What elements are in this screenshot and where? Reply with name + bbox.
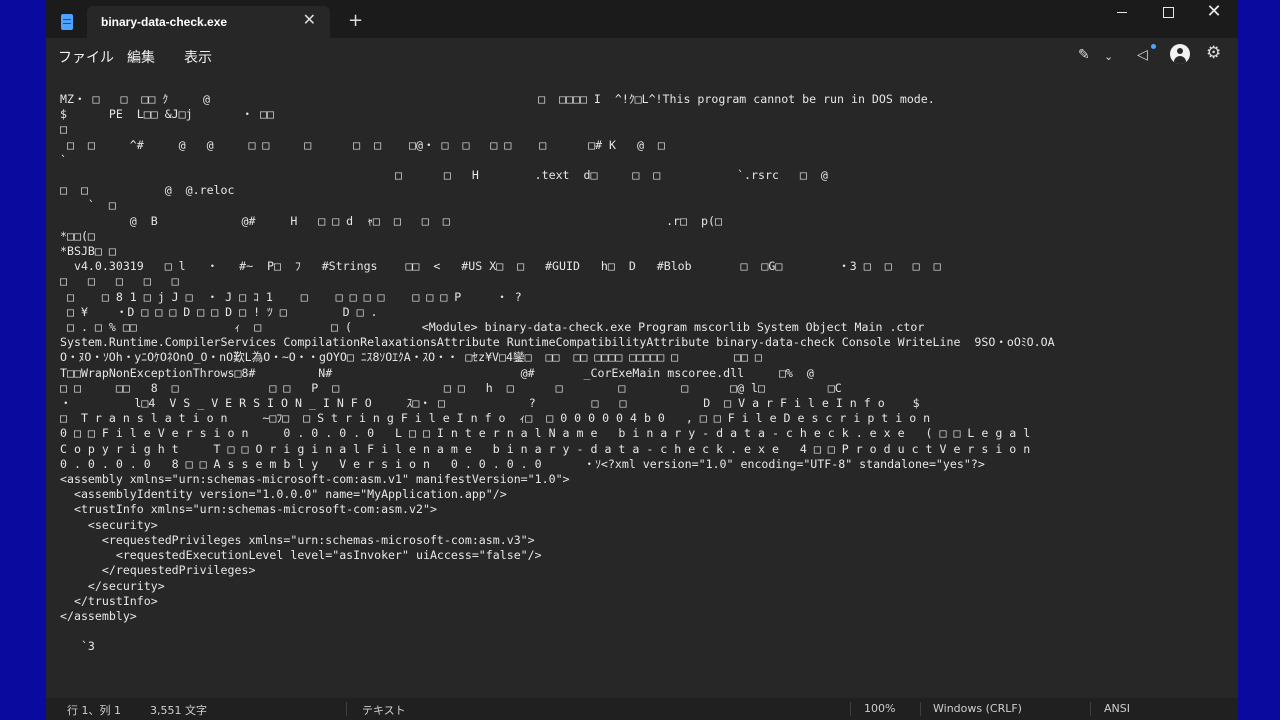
menu-bar: ファイル 編集 表示 ✎ ⌄ ◁ ⚙ (46, 38, 1238, 72)
tab-binary-data-check[interactable]: binary-data-check.exe ✕ (87, 6, 330, 38)
status-separator (920, 702, 921, 716)
notepad-window: binary-data-check.exe ✕ + ✕ ファイル 編集 表示 ✎… (46, 0, 1238, 720)
tab-close-icon[interactable]: ✕ (303, 12, 316, 28)
minimize-icon (1117, 11, 1127, 13)
minimize-button[interactable] (1099, 0, 1145, 26)
editor-content[interactable]: MZ・ □ □ □□ ｸ @ □ □□□□ I ^!ｸ□L^!This prog… (60, 92, 1055, 655)
status-bar: 行 1、列 1 3,551 文字 テキスト 100% Windows (CRLF… (46, 698, 1238, 720)
maximize-button[interactable] (1145, 0, 1191, 26)
menu-edit[interactable]: 編集 (127, 47, 155, 67)
cursor-position[interactable]: 行 1、列 1 (67, 702, 121, 718)
menu-file[interactable]: ファイル (58, 47, 114, 67)
megaphone-icon[interactable]: ◁ (1137, 47, 1148, 63)
status-separator (346, 702, 347, 716)
close-window-button[interactable]: ✕ (1191, 0, 1237, 26)
zoom-level[interactable]: 100% (864, 702, 895, 715)
status-separator (1090, 702, 1091, 716)
text-format[interactable]: テキスト (362, 702, 406, 718)
gear-icon[interactable]: ⚙ (1206, 45, 1221, 62)
status-separator (850, 702, 851, 716)
copilot-icon[interactable]: ✎ (1078, 47, 1090, 63)
maximize-icon (1162, 6, 1174, 18)
chevron-down-icon[interactable]: ⌄ (1104, 49, 1113, 65)
tab-title: binary-data-check.exe (101, 15, 228, 29)
avatar-icon[interactable] (1170, 44, 1190, 64)
notepad-app-icon (61, 14, 73, 30)
menu-view[interactable]: 表示 (184, 47, 212, 67)
encoding[interactable]: ANSI (1104, 702, 1130, 715)
notification-dot-icon (1151, 44, 1156, 49)
text-editor[interactable]: MZ・ □ □ □□ ｸ @ □ □□□□ I ^!ｸ□L^!This prog… (46, 72, 1238, 692)
title-bar[interactable]: binary-data-check.exe ✕ + ✕ (46, 0, 1238, 38)
new-tab-button[interactable]: + (348, 11, 363, 31)
character-count: 3,551 文字 (150, 704, 207, 717)
line-ending[interactable]: Windows (CRLF) (933, 702, 1022, 715)
